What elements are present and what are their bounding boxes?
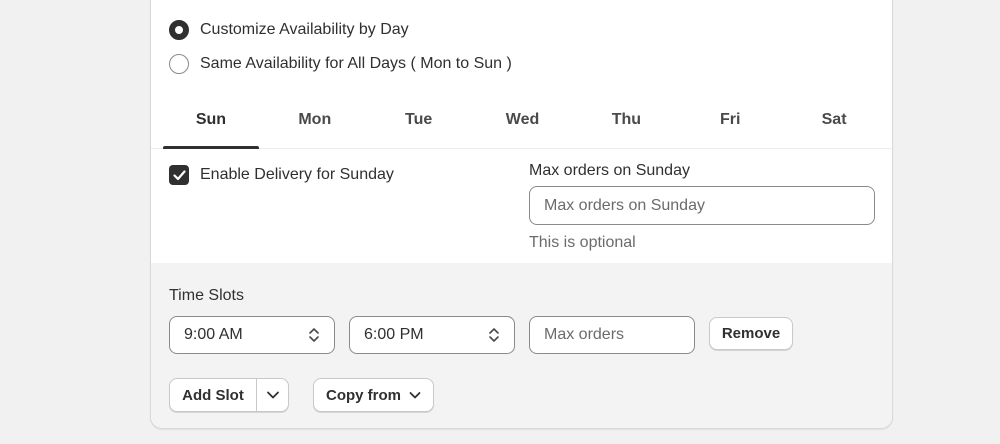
select-updown-icon bbox=[309, 328, 319, 342]
tab-fri[interactable]: Fri bbox=[678, 107, 782, 148]
checkmark-icon bbox=[172, 169, 186, 180]
slot-start-select[interactable]: 9:00 AM bbox=[169, 316, 335, 354]
radio-same-all-days[interactable]: Same Availability for All Days ( Mon to … bbox=[169, 54, 512, 74]
time-slots-title: Time Slots bbox=[169, 287, 244, 304]
tab-wed[interactable]: Wed bbox=[471, 107, 575, 148]
chevron-down-icon bbox=[266, 391, 279, 399]
enable-delivery-checkbox[interactable] bbox=[169, 165, 189, 185]
radio-customize-by-day[interactable]: Customize Availability by Day bbox=[169, 20, 409, 40]
tab-sun[interactable]: Sun bbox=[159, 107, 263, 149]
radio-button[interactable] bbox=[169, 54, 189, 74]
max-orders-label: Max orders on Sunday bbox=[529, 162, 690, 179]
max-orders-help-text: This is optional bbox=[529, 234, 636, 251]
add-slot-split-button: Add Slot bbox=[169, 378, 289, 412]
slot-start-value: 9:00 AM bbox=[184, 326, 243, 343]
copy-from-label: Copy from bbox=[326, 386, 401, 404]
radio-button-checked[interactable] bbox=[169, 20, 189, 40]
remove-slot-button[interactable]: Remove bbox=[709, 317, 793, 350]
max-orders-day-input[interactable] bbox=[529, 186, 875, 225]
select-updown-icon bbox=[489, 328, 499, 342]
slot-end-value: 6:00 PM bbox=[364, 326, 424, 343]
add-slot-menu-button[interactable] bbox=[257, 379, 288, 411]
enable-delivery-checkbox-row[interactable]: Enable Delivery for Sunday bbox=[169, 165, 394, 185]
tab-sat[interactable]: Sat bbox=[782, 107, 886, 148]
chevron-down-icon bbox=[409, 391, 421, 398]
tab-mon[interactable]: Mon bbox=[263, 107, 367, 148]
tab-tue[interactable]: Tue bbox=[367, 107, 471, 148]
radio-label: Same Availability for All Days ( Mon to … bbox=[200, 55, 512, 72]
enable-delivery-label: Enable Delivery for Sunday bbox=[200, 166, 394, 183]
add-slot-button[interactable]: Add Slot bbox=[170, 379, 257, 411]
radio-label: Customize Availability by Day bbox=[200, 21, 409, 38]
slot-max-orders-input[interactable] bbox=[529, 316, 695, 354]
availability-card: Customize Availability by Day Same Avail… bbox=[150, 0, 893, 429]
time-slots-section: Time Slots 9:00 AM 6:00 PM Remove Add Sl… bbox=[151, 263, 892, 428]
tab-thu[interactable]: Thu bbox=[574, 107, 678, 148]
slot-end-select[interactable]: 6:00 PM bbox=[349, 316, 515, 354]
copy-from-button[interactable]: Copy from bbox=[313, 378, 434, 412]
day-tabs: Sun Mon Tue Wed Thu Fri Sat bbox=[151, 107, 892, 149]
